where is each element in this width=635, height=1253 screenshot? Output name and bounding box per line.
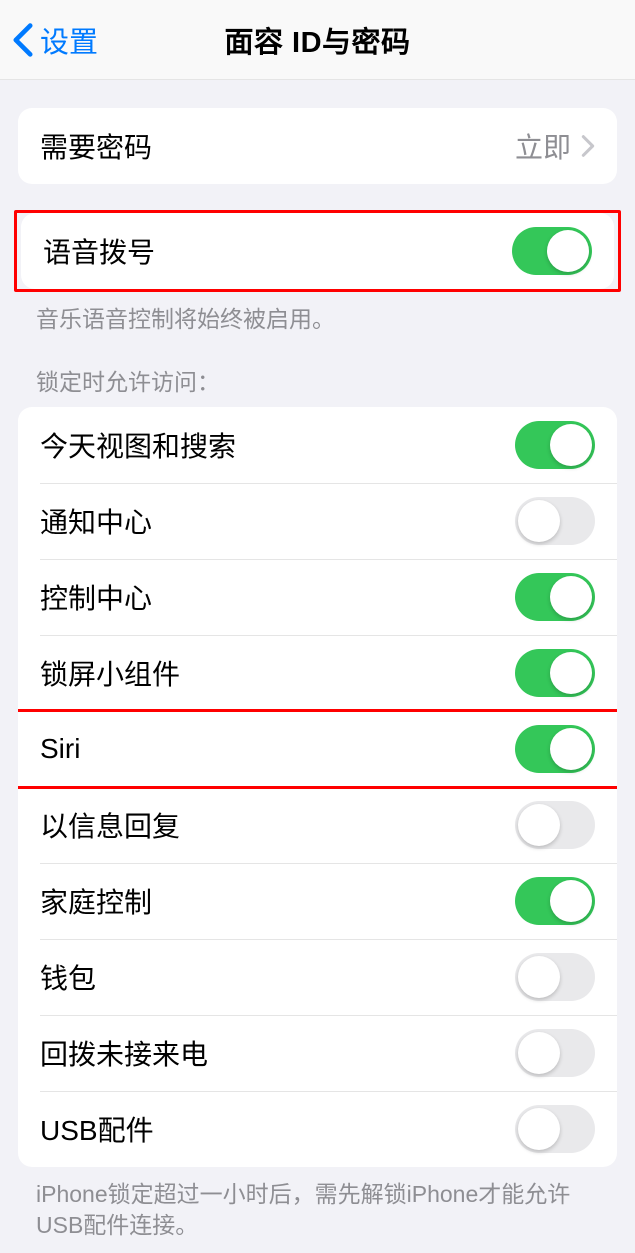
voice-dial-group: 语音拨号 <box>21 213 614 289</box>
require-passcode-label: 需要密码 <box>40 126 152 166</box>
lock-access-row: 回拨未接来电 <box>18 1015 617 1091</box>
toggle-knob <box>550 652 592 694</box>
page-title: 面容 ID与密码 <box>224 19 410 61</box>
voice-dial-label: 语音拨号 <box>43 231 155 271</box>
chevron-left-icon <box>12 22 34 58</box>
lock-access-label: 锁屏小组件 <box>40 653 180 693</box>
navbar: 设置 面容 ID与密码 <box>0 0 635 80</box>
lock-access-toggle[interactable] <box>515 1029 595 1077</box>
lock-access-row: 锁屏小组件 <box>18 635 617 711</box>
lock-access-label: Siri <box>40 733 80 765</box>
lock-access-label: 通知中心 <box>40 501 152 541</box>
lock-access-row: 家庭控制 <box>18 863 617 939</box>
lock-access-label: 回拨未接来电 <box>40 1033 208 1073</box>
voice-dial-toggle[interactable] <box>512 227 592 275</box>
lock-access-row: 控制中心 <box>18 559 617 635</box>
lock-access-row: USB配件 <box>18 1091 617 1167</box>
lock-access-toggle[interactable] <box>515 497 595 545</box>
require-passcode-row[interactable]: 需要密码 立即 <box>18 108 617 184</box>
toggle-knob <box>518 1032 560 1074</box>
toggle-knob <box>518 804 560 846</box>
lock-access-group: 今天视图和搜索通知中心控制中心锁屏小组件 Siri 以信息回复家庭控制钱包回拨未接来… <box>18 407 617 1167</box>
toggle-knob <box>550 424 592 466</box>
lock-access-toggle[interactable] <box>515 801 595 849</box>
lock-access-label: 控制中心 <box>40 577 152 617</box>
require-passcode-group: 需要密码 立即 <box>18 108 617 184</box>
require-passcode-value: 立即 <box>515 126 595 166</box>
toggle-knob <box>547 230 589 272</box>
toggle-knob <box>518 1108 560 1150</box>
lock-access-row: 钱包 <box>18 939 617 1015</box>
lock-access-footer: iPhone锁定超过一小时后，需先解锁iPhone才能允许USB配件连接。 <box>0 1167 635 1241</box>
lock-access-row: 今天视图和搜索 <box>18 407 617 483</box>
lock-access-toggle[interactable] <box>515 877 595 925</box>
lock-access-label: 钱包 <box>40 957 96 997</box>
lock-access-toggle[interactable] <box>515 649 595 697</box>
lock-access-toggle[interactable] <box>515 1105 595 1153</box>
lock-access-header: 锁定时允许访问： <box>0 335 635 407</box>
toggle-knob <box>518 500 560 542</box>
lock-access-toggle[interactable] <box>515 725 595 773</box>
lock-access-label: 家庭控制 <box>40 881 152 921</box>
toggle-knob <box>550 576 592 618</box>
lock-access-label: USB配件 <box>40 1109 154 1149</box>
lock-access-label: 今天视图和搜索 <box>40 425 236 465</box>
lock-access-row: 以信息回复 <box>18 787 617 863</box>
chevron-right-icon <box>581 134 595 158</box>
voice-dial-footer: 音乐语音控制将始终被启用。 <box>0 292 635 335</box>
back-button[interactable]: 设置 <box>0 19 98 61</box>
toggle-knob <box>550 880 592 922</box>
lock-access-toggle[interactable] <box>515 421 595 469</box>
voice-dial-highlight: 语音拨号 <box>14 210 621 292</box>
require-passcode-value-text: 立即 <box>515 126 571 166</box>
lock-access-toggle[interactable] <box>515 573 595 621</box>
voice-dial-row: 语音拨号 <box>21 213 614 289</box>
back-label: 设置 <box>40 19 98 61</box>
toggle-knob <box>550 728 592 770</box>
lock-access-label: 以信息回复 <box>40 805 180 845</box>
lock-access-toggle[interactable] <box>515 953 595 1001</box>
lock-access-row: Siri <box>18 711 617 787</box>
toggle-knob <box>518 956 560 998</box>
lock-access-row: 通知中心 <box>18 483 617 559</box>
